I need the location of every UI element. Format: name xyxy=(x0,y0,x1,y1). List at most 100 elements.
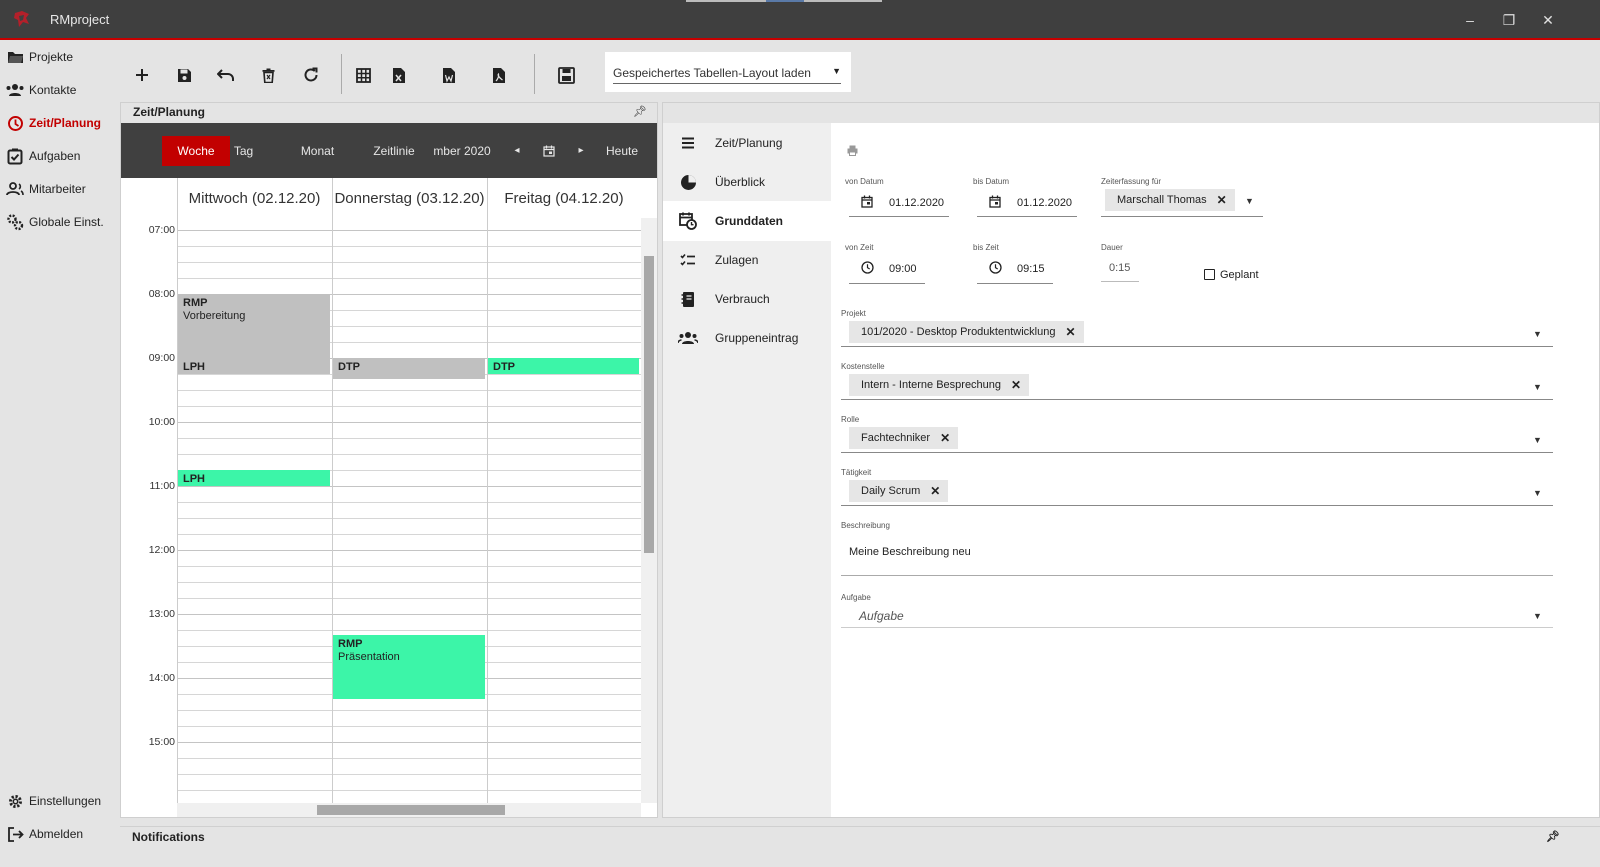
pie-chart-icon xyxy=(677,174,699,191)
grid-line xyxy=(177,390,641,391)
gear-icon xyxy=(5,791,25,811)
chevron-down-icon[interactable]: ▼ xyxy=(1533,382,1542,392)
nav-label: Abmelden xyxy=(29,827,84,841)
zeiterfassung-chip[interactable]: Marschall Thomas ✕ xyxy=(1105,189,1235,211)
pin-icon[interactable]: 📌︎ xyxy=(633,105,647,118)
calendar-event[interactable]: LPH xyxy=(178,358,330,374)
nav-item-einstellungen[interactable]: Einstellungen xyxy=(0,788,118,814)
calendar-event[interactable]: LPH xyxy=(178,470,330,486)
calendar-icon[interactable] xyxy=(861,195,873,213)
view-zeitlinie-button[interactable]: Zeitlinie xyxy=(365,136,423,166)
left-navigation: Projekte Kontakte Zeit/Planung Aufgaben … xyxy=(0,42,118,867)
calendar-event[interactable]: DTP xyxy=(488,358,639,374)
event-subtitle: Präsentation xyxy=(338,651,400,664)
close-icon[interactable]: ✕ xyxy=(1011,374,1021,396)
refresh-button[interactable] xyxy=(298,62,324,88)
toolbar-separator xyxy=(341,54,342,94)
titlebar-tab-marker xyxy=(804,0,882,2)
calendar-icon[interactable] xyxy=(989,195,1001,213)
notifications-bar[interactable]: Notifications 📌︎ xyxy=(120,826,1600,848)
layout-select-dropdown[interactable]: Gespeichertes Tabellen-Layout laden ▼ xyxy=(605,52,851,92)
today-button[interactable]: Heute xyxy=(599,136,645,166)
scrollbar-thumb[interactable] xyxy=(644,256,654,553)
grid-line xyxy=(177,454,641,455)
export-word-button[interactable] xyxy=(436,62,462,88)
aufgabe-field[interactable]: Aufgabe xyxy=(859,609,904,623)
tab-zeit-planung[interactable]: Zeit/Planung xyxy=(663,123,831,163)
close-button[interactable]: ✕ xyxy=(1535,8,1561,32)
time-label: 08:00 xyxy=(148,288,175,300)
undo-button[interactable] xyxy=(213,62,239,88)
chevron-down-icon[interactable]: ▼ xyxy=(1533,488,1542,498)
refresh-icon xyxy=(304,67,318,82)
view-tag-button[interactable]: Tag xyxy=(221,136,266,166)
chevron-down-icon[interactable]: ▼ xyxy=(1533,611,1542,621)
tab-label: Verbrauch xyxy=(715,292,770,306)
beschreibung-field[interactable]: Meine Beschreibung neu xyxy=(849,546,971,558)
taetigkeit-chip[interactable]: Daily Scrum ✕ xyxy=(849,480,949,502)
chevron-down-icon[interactable]: ▼ xyxy=(1533,329,1542,339)
nav-item-projekte[interactable]: Projekte xyxy=(0,44,118,70)
scrollbar-thumb[interactable] xyxy=(317,805,505,815)
save-layout-button[interactable] xyxy=(553,62,579,88)
calendar-view-bar: Woche Tag Monat Zeitlinie mber 2020 ◂ ▸ … xyxy=(121,123,657,178)
grid-line xyxy=(177,758,641,759)
nav-label: Einstellungen xyxy=(29,794,102,808)
tab-grunddaten[interactable]: Grunddaten xyxy=(663,201,831,241)
grid-line xyxy=(177,278,641,279)
horizontal-scrollbar[interactable] xyxy=(177,803,641,817)
grid-line xyxy=(177,774,641,775)
chevron-down-icon[interactable]: ▼ xyxy=(1533,435,1542,445)
vertical-scrollbar[interactable] xyxy=(641,218,657,803)
kostenstelle-chip[interactable]: Intern - Interne Besprechung ✕ xyxy=(849,374,1030,396)
next-arrow-icon[interactable]: ▸ xyxy=(571,136,591,166)
nav-item-zeit-planung[interactable]: Zeit/Planung xyxy=(0,110,118,136)
von-zeit-field[interactable]: 09:00 xyxy=(889,263,917,275)
close-icon[interactable]: ✕ xyxy=(1217,189,1227,211)
geplant-checkbox[interactable] xyxy=(1204,269,1215,280)
calendar-time-grid[interactable]: 07:00 08:00 09:00 10:00 11:00 12:00 13:00 14:00… xyxy=(121,218,641,803)
nav-item-globale-einst[interactable]: Globale Einst. xyxy=(0,209,118,235)
add-button[interactable] xyxy=(129,62,155,88)
tab-gruppeneintrag[interactable]: Gruppeneintrag xyxy=(663,318,831,358)
excel-file-icon xyxy=(393,67,405,83)
delete-button[interactable] xyxy=(255,62,281,88)
pin-icon[interactable]: 📌︎ xyxy=(1546,830,1560,843)
tab-verbrauch[interactable]: Verbrauch xyxy=(663,279,831,319)
nav-item-mitarbeiter[interactable]: Mitarbeiter xyxy=(0,176,118,202)
clock-icon[interactable] xyxy=(861,261,874,279)
time-label: 15:00 xyxy=(148,736,175,748)
bis-datum-field[interactable]: 01.12.2020 xyxy=(1017,197,1072,209)
calendar-event[interactable]: DTP xyxy=(333,358,485,380)
bis-zeit-field[interactable]: 09:15 xyxy=(1017,263,1045,275)
restore-button[interactable]: ❐ xyxy=(1496,8,1522,32)
projekt-chip[interactable]: 101/2020 - Desktop Produktentwicklung ✕ xyxy=(849,321,1084,343)
day-header: Donnerstag (03.12.20) xyxy=(334,190,485,207)
print-icon[interactable] xyxy=(847,143,858,161)
clock-icon[interactable] xyxy=(989,261,1002,279)
previous-arrow-icon[interactable]: ◂ xyxy=(505,136,529,166)
close-icon[interactable]: ✕ xyxy=(930,480,940,502)
minimize-button[interactable]: – xyxy=(1457,8,1483,32)
calendar-panel: Zeit/Planung 📌︎ Woche Tag Monat Zeitlini… xyxy=(120,102,658,818)
export-excel-button[interactable] xyxy=(386,62,412,88)
field-underline xyxy=(977,283,1053,284)
nav-item-abmelden[interactable]: Abmelden xyxy=(0,821,118,847)
save-button[interactable] xyxy=(171,62,197,88)
rolle-chip[interactable]: Fachtechniker ✕ xyxy=(849,427,959,449)
export-pdf-button[interactable] xyxy=(486,62,512,88)
calendar-picker-icon[interactable] xyxy=(538,136,560,166)
close-icon[interactable]: ✕ xyxy=(1065,321,1075,343)
nav-item-kontakte[interactable]: Kontakte xyxy=(0,77,118,103)
table-view-button[interactable] xyxy=(350,62,376,88)
calendar-event[interactable]: RMP Präsentation xyxy=(333,635,485,700)
nav-item-aufgaben[interactable]: Aufgaben xyxy=(0,143,118,169)
field-underline xyxy=(841,452,1553,453)
view-woche-button[interactable]: Woche xyxy=(162,136,230,166)
close-icon[interactable]: ✕ xyxy=(940,427,950,449)
von-datum-field[interactable]: 01.12.2020 xyxy=(889,197,944,209)
tab-ueberblick[interactable]: Überblick xyxy=(663,162,831,202)
chevron-down-icon[interactable]: ▼ xyxy=(1245,196,1254,206)
tab-zulagen[interactable]: Zulagen xyxy=(663,240,831,280)
view-monat-button[interactable]: Monat xyxy=(295,136,340,166)
